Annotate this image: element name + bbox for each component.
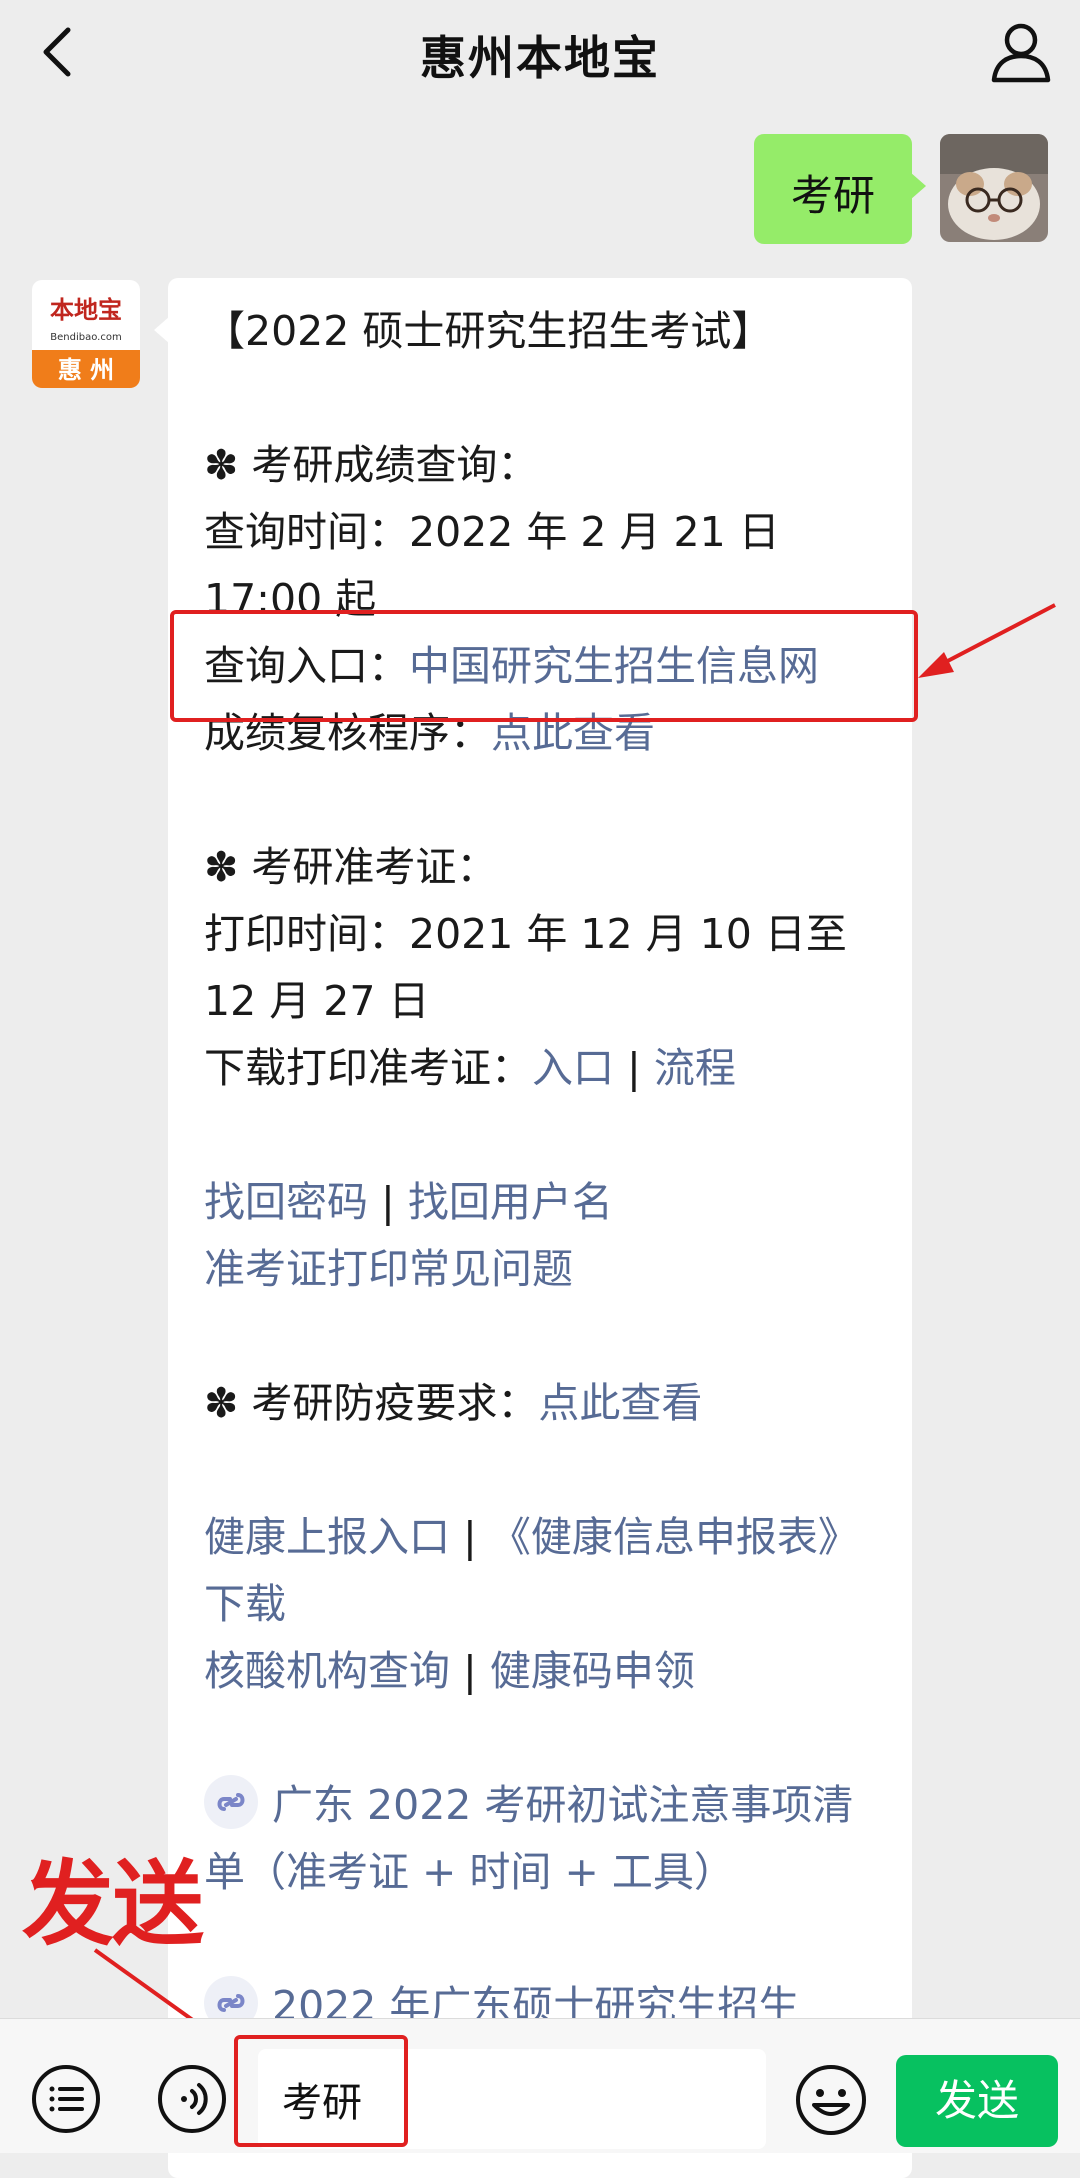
menu-list-icon[interactable] xyxy=(30,2063,102,2135)
input-bar: 发送 xyxy=(0,2018,1080,2153)
voice-input-icon[interactable] xyxy=(156,2063,228,2135)
annotation-arrow-down xyxy=(93,1948,232,2048)
emoji-icon[interactable] xyxy=(794,2063,868,2137)
highlight-box-input xyxy=(234,2035,408,2147)
send-button[interactable]: 发送 xyxy=(896,2055,1058,2147)
